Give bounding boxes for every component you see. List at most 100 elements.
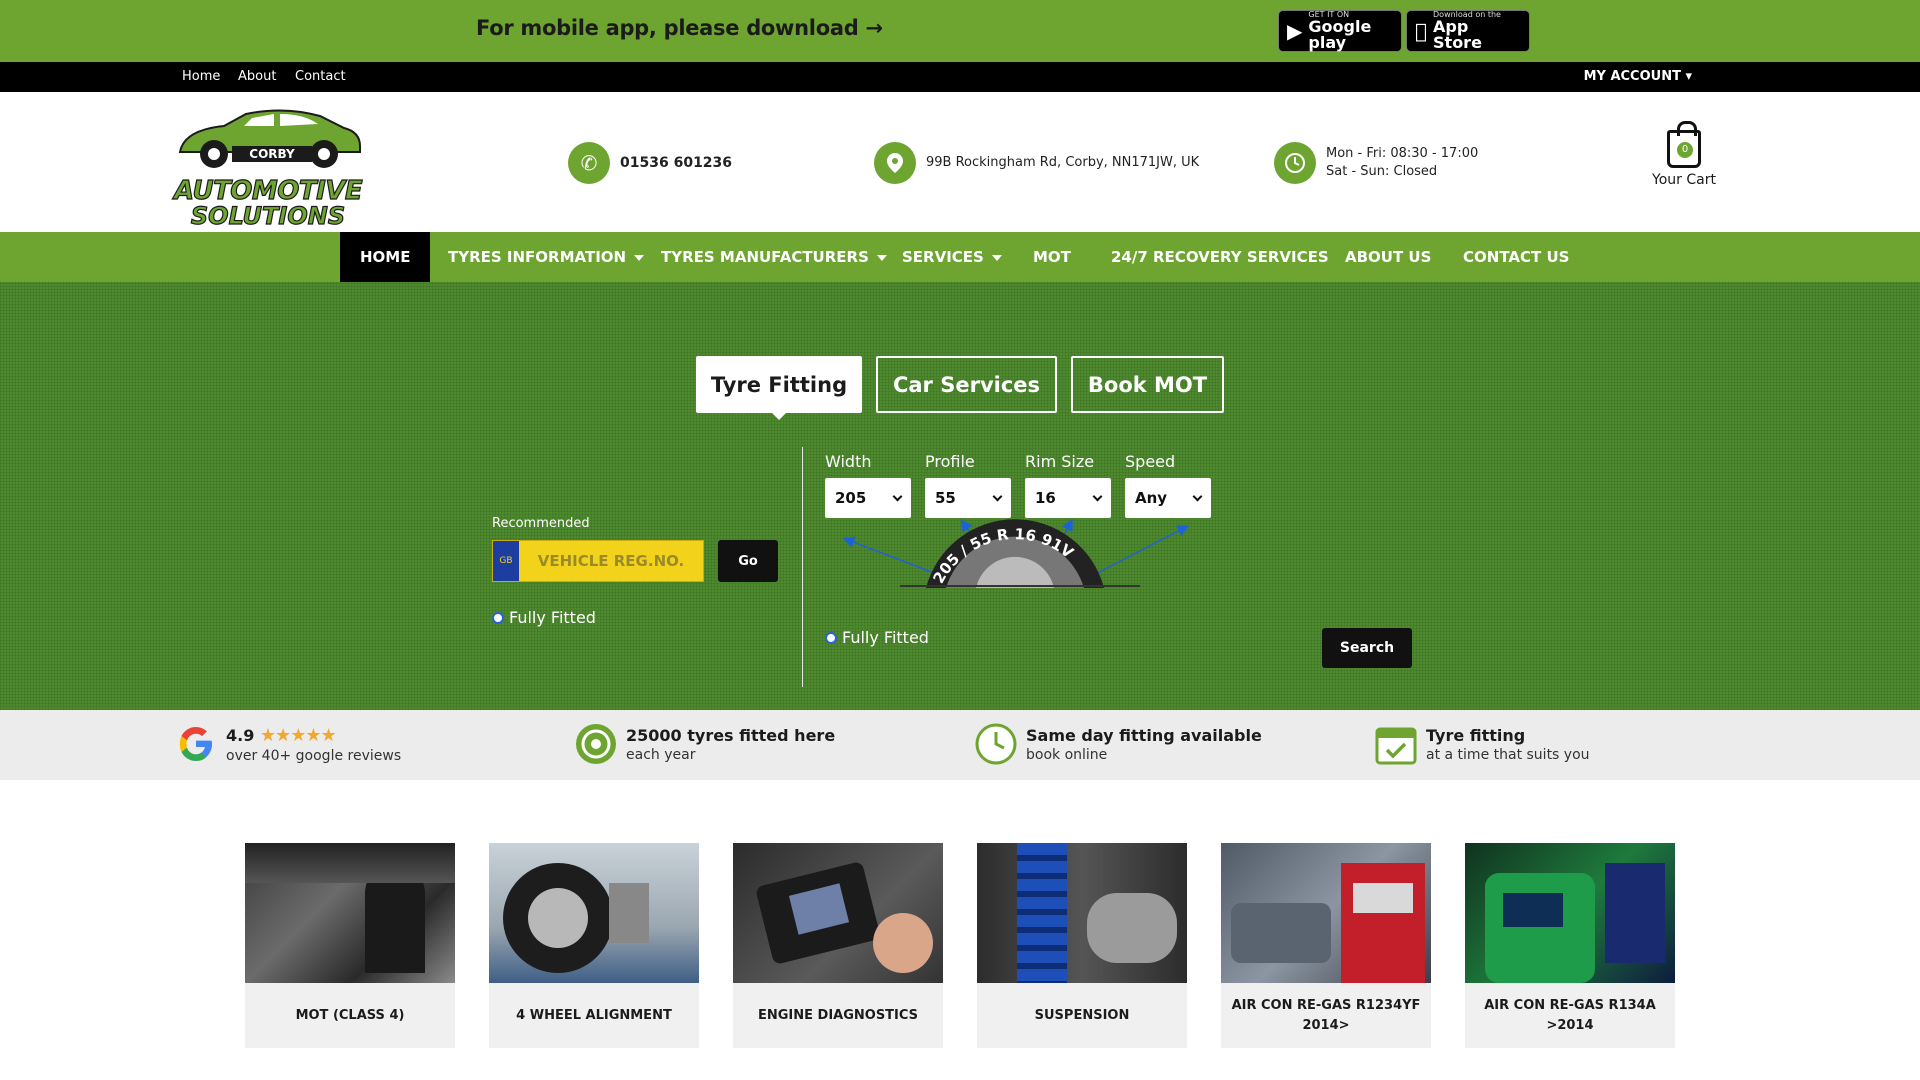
phone-info[interactable]: ✆ 01536 601236 bbox=[568, 142, 732, 184]
hero-divider bbox=[802, 447, 803, 687]
chevron-down-icon bbox=[1092, 491, 1103, 501]
calendar-check-icon bbox=[1375, 727, 1417, 765]
search-button[interactable]: Search bbox=[1322, 628, 1412, 668]
nav-mot[interactable]: MOT bbox=[1033, 232, 1071, 282]
top-nav-contact-link[interactable]: Contact bbox=[295, 69, 346, 84]
size-fully-fitted-radio[interactable]: Fully Fitted bbox=[825, 628, 929, 647]
width-select[interactable]: 205 bbox=[825, 478, 911, 518]
nav-recovery-services[interactable]: 24/7 RECOVERY SERVICES bbox=[1111, 232, 1329, 282]
nav-contact-us[interactable]: CONTACT US bbox=[1463, 232, 1569, 282]
top-nav-home-link[interactable]: Home bbox=[182, 69, 220, 84]
width-label: Width bbox=[825, 452, 872, 471]
chevron-down-icon bbox=[992, 491, 1003, 501]
tab-car-services[interactable]: Car Services bbox=[876, 356, 1057, 413]
site-header: CORBY AUTOMOTIVE SOLUTIONS ✆ 01536 60123… bbox=[0, 92, 1920, 232]
suspension-caption: SUSPENSION bbox=[1034, 1007, 1130, 1023]
feature-tyres-fitted: 25000 tyres fitted here each year bbox=[574, 722, 835, 766]
eu-plate-icon: GB bbox=[493, 541, 519, 581]
aircon-r1234yf-image bbox=[1221, 843, 1431, 983]
tyre-fitting-title: Tyre fitting bbox=[1426, 725, 1526, 745]
cart-count-badge: 0 bbox=[1677, 142, 1693, 158]
card-mot[interactable]: MOT (CLASS 4) bbox=[245, 843, 455, 1048]
apple-icon:  bbox=[1415, 19, 1427, 43]
address-text: 99B Rockingham Rd, Corby, NN171JW, UK bbox=[926, 155, 1200, 170]
caret-down-icon bbox=[876, 254, 887, 261]
mot-caption: MOT (CLASS 4) bbox=[295, 1007, 405, 1023]
reg-fully-fitted-radio[interactable]: Fully Fitted bbox=[492, 608, 596, 627]
nav-about-us[interactable]: ABOUT US bbox=[1345, 232, 1431, 282]
chevron-down-icon bbox=[1192, 491, 1203, 501]
hours-weekday: Mon - Fri: 08:30 - 17:00 bbox=[1326, 146, 1479, 161]
app-store-button[interactable]:  Download on the App Store bbox=[1406, 10, 1530, 52]
feature-google-reviews: 4.9 ★★★★★ over 40+ google reviews bbox=[174, 722, 401, 766]
play-store-icon: ▶ bbox=[1287, 19, 1303, 43]
tab-tyre-fitting[interactable]: Tyre Fitting bbox=[696, 356, 862, 420]
google-rating: 4.9 bbox=[226, 725, 255, 745]
tyre-fitting-sub: at a time that suits you bbox=[1426, 746, 1590, 763]
logo-line-2: SOLUTIONS bbox=[190, 201, 346, 230]
suspension-image bbox=[977, 843, 1187, 983]
hours-info: Mon - Fri: 08:30 - 17:00 Sat - Sun: Clos… bbox=[1274, 142, 1478, 184]
location-pin-icon bbox=[874, 142, 916, 184]
features-strip: 4.9 ★★★★★ over 40+ google reviews 25000 … bbox=[0, 710, 1920, 780]
service-cards: MOT (CLASS 4) 4 WHEEL ALIGNMENT ENGINE D… bbox=[0, 780, 1920, 1070]
caret-down-icon bbox=[634, 254, 645, 261]
car-logo-icon: CORBY bbox=[178, 109, 361, 168]
profile-select[interactable]: 55 bbox=[925, 478, 1011, 518]
engine-diagnostics-image bbox=[733, 843, 943, 983]
mot-image bbox=[245, 843, 455, 983]
my-account-dropdown[interactable]: MY ACCOUNT ▾ bbox=[1584, 69, 1692, 84]
aircon-r1234yf-caption: AIR CON RE-GAS R1234YF 2014> bbox=[1231, 997, 1421, 1033]
card-wheel-alignment[interactable]: 4 WHEEL ALIGNMENT bbox=[489, 843, 699, 1048]
go-button[interactable]: Go bbox=[718, 540, 778, 582]
card-aircon-r134a[interactable]: AIR CON RE-GAS R134A >2014 bbox=[1465, 843, 1675, 1048]
rim-size-label: Rim Size bbox=[1025, 452, 1095, 471]
wheel-alignment-caption: 4 WHEEL ALIGNMENT bbox=[516, 1007, 672, 1023]
logo-corby-text: CORBY bbox=[249, 147, 295, 161]
shopping-bag-icon: 0 bbox=[1667, 121, 1701, 168]
nav-tyres-manufacturers[interactable]: TYRES MANUFACTURERS bbox=[661, 232, 887, 282]
tyre-search-hero: Tyre Fitting Car Services Book MOT Recom… bbox=[0, 282, 1920, 710]
cart-label: Your Cart bbox=[1652, 172, 1716, 188]
phone-number: 01536 601236 bbox=[620, 155, 733, 171]
radio-selected-icon bbox=[492, 611, 504, 624]
google-play-button[interactable]: ▶ GET IT ON Google play bbox=[1278, 10, 1402, 52]
cart-button[interactable]: 0 Your Cart bbox=[1650, 121, 1718, 188]
nav-tyres-manufacturers-label: TYRES MANUFACTURERS bbox=[661, 248, 869, 266]
card-aircon-r1234yf[interactable]: AIR CON RE-GAS R1234YF 2014> bbox=[1221, 843, 1431, 1048]
vehicle-reg-input[interactable]: GB VEHICLE REG.NO. bbox=[492, 540, 704, 582]
nav-services[interactable]: SERVICES bbox=[902, 232, 1002, 282]
wheel-alignment-image bbox=[489, 843, 699, 983]
google-g-icon bbox=[179, 727, 212, 761]
tyres-fitted-title: 25000 tyres fitted here bbox=[626, 725, 836, 745]
feature-same-day: Same day fitting available book online bbox=[974, 722, 1262, 766]
same-day-sub: book online bbox=[1026, 746, 1108, 763]
aircon-r134a-image bbox=[1465, 843, 1675, 983]
aircon-r134a-caption: AIR CON RE-GAS R134A >2014 bbox=[1484, 997, 1656, 1033]
speed-select[interactable]: Any bbox=[1125, 478, 1211, 518]
tyre-size-diagram: 205 / 55 R 16 91V bbox=[842, 518, 1190, 588]
google-play-label: Google play bbox=[1308, 17, 1372, 52]
clock-icon bbox=[975, 723, 1017, 765]
main-nav: HOME TYRES INFORMATION TYRES MANUFACTURE… bbox=[0, 232, 1920, 282]
top-nav-about-link[interactable]: About bbox=[238, 69, 276, 84]
site-logo[interactable]: CORBY AUTOMOTIVE SOLUTIONS bbox=[173, 108, 363, 231]
radio-selected-icon bbox=[825, 631, 837, 644]
nav-services-label: SERVICES bbox=[902, 248, 984, 266]
tyre-icon bbox=[576, 724, 616, 764]
tab-book-mot[interactable]: Book MOT bbox=[1071, 356, 1224, 413]
card-suspension[interactable]: SUSPENSION bbox=[977, 843, 1187, 1048]
vehicle-reg-placeholder: VEHICLE REG.NO. bbox=[537, 552, 685, 570]
promo-bar: For mobile app, please download → ▶ GET … bbox=[0, 0, 1920, 62]
nav-tyres-information-label: TYRES INFORMATION bbox=[448, 248, 627, 266]
profile-label: Profile bbox=[925, 452, 975, 471]
rim-size-select[interactable]: 16 bbox=[1025, 478, 1111, 518]
nav-home[interactable]: HOME bbox=[340, 232, 431, 282]
reg-fully-fitted-label: Fully Fitted bbox=[509, 608, 596, 627]
hours-weekend: Sat - Sun: Closed bbox=[1326, 164, 1438, 179]
size-fully-fitted-label: Fully Fitted bbox=[842, 628, 929, 647]
nav-tyres-information[interactable]: TYRES INFORMATION bbox=[448, 232, 645, 282]
card-engine-diagnostics[interactable]: ENGINE DIAGNOSTICS bbox=[733, 843, 943, 1048]
feature-tyre-fitting: Tyre fitting at a time that suits you bbox=[1374, 722, 1590, 766]
star-rating-icon: ★★★★★ bbox=[259, 724, 337, 746]
